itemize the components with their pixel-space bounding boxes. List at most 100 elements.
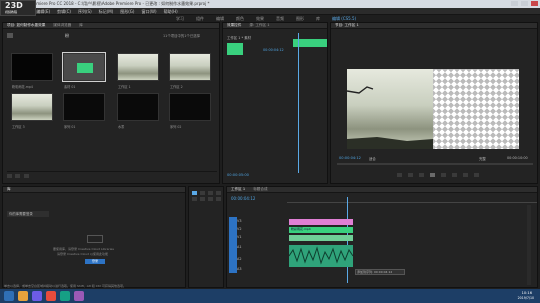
step-back-icon[interactable] xyxy=(419,173,424,177)
track-target-strip[interactable] xyxy=(229,217,237,273)
thumbnail-item-selected[interactable]: 素材 01 xyxy=(62,52,106,89)
login-button[interactable]: 登录 xyxy=(85,259,105,264)
timeline-timecode[interactable]: 00:00:04:12 xyxy=(231,196,255,201)
track-select-icon[interactable] xyxy=(200,191,205,195)
time-ruler[interactable] xyxy=(287,199,537,203)
close-button[interactable] xyxy=(531,1,538,6)
thumbnail-item[interactable]: 工作区 3 xyxy=(11,93,53,129)
tools-panel xyxy=(188,186,224,288)
menu-marker[interactable]: 标记(M) xyxy=(99,9,114,15)
mark-in-icon[interactable] xyxy=(397,173,402,177)
thumbnail-label: 序列 02 xyxy=(170,125,182,129)
menu-sequence[interactable]: 序列(S) xyxy=(78,9,92,15)
program-video-frame xyxy=(347,69,433,149)
clip-v3[interactable] xyxy=(289,219,353,225)
folder-icon[interactable] xyxy=(7,33,13,38)
title-bar: Adobe Premiere Pro CC 2018 - C:\用户\影视\Ad… xyxy=(0,0,540,8)
track-a2[interactable]: A2 xyxy=(237,257,241,261)
browser-icon[interactable] xyxy=(46,291,56,301)
pen-tool-icon[interactable] xyxy=(200,197,205,201)
timeline-panel: 工作区 1 标题合成 00:00:04:12 V3 V2 V1 A1 A2 A3… xyxy=(226,186,538,288)
fit-dropdown[interactable]: 适合 xyxy=(369,156,376,161)
status-hint: 单击以选择，或单击空白区域并拖动以进行选取。使用 Shift、Alt 和 Ctr… xyxy=(4,284,127,288)
ink-branch-icon xyxy=(347,86,433,149)
track-a1[interactable]: A1 xyxy=(237,245,241,249)
thumbnail-label: 序列 01 xyxy=(64,125,76,129)
library-tabs: 库 xyxy=(3,187,185,193)
thumbnail-label: 工作区 2 xyxy=(170,85,183,89)
maximize-button[interactable] xyxy=(521,1,528,6)
thumbnail-item[interactable]: 序列 02 xyxy=(169,93,211,129)
effect-timecode[interactable]: 00:00:04:12 xyxy=(263,48,284,52)
bin-name: 粉 xyxy=(65,33,69,38)
tab-sequence[interactable]: 工作区 1 xyxy=(231,187,245,192)
minimize-button[interactable] xyxy=(511,1,518,6)
menu-bar: 文件(F) 编辑(E) 剪辑(C) 序列(S) 标记(M) 图形(G) 窗口(W… xyxy=(0,8,540,15)
project-panel: 项目: 如何制作水墨效果 媒体浏览器 库 粉 11个项目中的1个已选择 粉彩雨花… xyxy=(2,22,220,184)
tab-libraries[interactable]: 库 xyxy=(79,23,83,28)
clip-label: 粉彩雨花.mp4 xyxy=(291,227,311,231)
effect-tabs: 效果控件 源: 工作区 1 xyxy=(223,23,327,29)
razor-tool-icon[interactable] xyxy=(216,191,221,195)
thumbnail-item[interactable]: 序列 01 xyxy=(63,93,105,129)
quality-dropdown[interactable]: 完整 xyxy=(479,156,486,161)
program-timecode[interactable]: 00:00:04:12 xyxy=(339,156,361,160)
window-title: Adobe Premiere Pro CC 2018 - C:\用户\影视\Ad… xyxy=(16,1,210,6)
clip-v2[interactable]: 粉彩雨花.mp4 xyxy=(289,227,353,233)
app-icon[interactable] xyxy=(74,291,84,301)
lift-icon[interactable] xyxy=(452,173,457,177)
track-v3[interactable]: V3 xyxy=(237,219,241,223)
timeline-tooltip: 添加到序列: 00:00:04:12 xyxy=(355,269,405,275)
clip-v1[interactable] xyxy=(289,235,353,241)
clock-date: 2019/7/10 xyxy=(517,296,534,300)
track-a3[interactable]: A3 xyxy=(237,267,241,271)
mark-out-icon[interactable] xyxy=(408,173,413,177)
thumbnail-item[interactable]: 工作区 2 xyxy=(169,53,211,89)
list-view-icon[interactable] xyxy=(7,174,12,178)
program-scrubber[interactable] xyxy=(337,163,533,165)
tab-media-browser[interactable]: 媒体浏览器 xyxy=(53,23,71,28)
thumbnail-item[interactable]: 水墨 xyxy=(117,93,159,129)
menu-window[interactable]: 窗口(W) xyxy=(141,9,156,15)
effect-controls-panel: 效果控件 源: 工作区 1 工作区 1 * 素材 00:00:04:12 00:… xyxy=(222,22,328,184)
project-tabs: 项目: 如何制作水墨效果 媒体浏览器 库 xyxy=(3,23,219,29)
step-forward-icon[interactable] xyxy=(441,173,446,177)
premiere-icon[interactable] xyxy=(32,291,42,301)
audio-clip-waveform[interactable] xyxy=(289,245,353,267)
effect-playhead[interactable] xyxy=(298,33,299,173)
track-v2[interactable]: V2 xyxy=(237,227,241,231)
timeline-scrollbar[interactable] xyxy=(527,205,531,285)
ripple-edit-icon[interactable] xyxy=(208,191,213,195)
thumbnail-item[interactable]: 工作区 1 xyxy=(117,53,159,89)
type-tool-icon[interactable] xyxy=(216,197,221,201)
selection-tool-icon[interactable] xyxy=(192,191,197,195)
tab-program[interactable]: 节目: 工作区 1 xyxy=(335,23,359,28)
menu-edit[interactable]: 编辑(E) xyxy=(36,9,50,15)
media-icon[interactable] xyxy=(60,291,70,301)
track-v1[interactable]: V1 xyxy=(237,235,241,239)
icon-view-icon[interactable] xyxy=(15,174,21,178)
library-dropdown[interactable]: 你的库需要登录 xyxy=(7,211,49,217)
thumbnail-image xyxy=(12,54,52,80)
clip-thumbnail xyxy=(227,43,243,55)
slip-tool-icon[interactable] xyxy=(192,197,197,201)
menu-graphics[interactable]: 图形(G) xyxy=(120,9,134,15)
tab-project[interactable]: 项目: 如何制作水墨效果 xyxy=(7,23,45,28)
tab-effect-controls[interactable]: 效果控件 xyxy=(227,23,241,28)
tab-source[interactable]: 源: 工作区 1 xyxy=(249,23,269,28)
tab-title-comp[interactable]: 标题合成 xyxy=(253,187,267,192)
play-icon[interactable] xyxy=(430,173,435,177)
tab-library[interactable]: 库 xyxy=(7,187,11,192)
start-icon[interactable] xyxy=(4,291,14,301)
extract-icon[interactable] xyxy=(463,173,468,177)
new-bin-icon[interactable] xyxy=(23,174,29,178)
program-tabs: 节目: 工作区 1 xyxy=(331,23,537,29)
thumbnail-item[interactable]: 粉彩雨花.mp4 xyxy=(11,53,53,89)
hand-tool-icon[interactable] xyxy=(208,197,213,201)
tooltip-text: 添加到序列: 00:00:04:12 xyxy=(357,270,393,274)
timeline-tabs: 工作区 1 标题合成 xyxy=(227,187,537,193)
export-frame-icon[interactable] xyxy=(474,173,479,177)
explorer-icon[interactable] xyxy=(18,291,28,301)
menu-clip[interactable]: 剪辑(C) xyxy=(57,9,71,15)
effect-timecode-bottom[interactable]: 00:00:05:00 xyxy=(227,173,249,177)
